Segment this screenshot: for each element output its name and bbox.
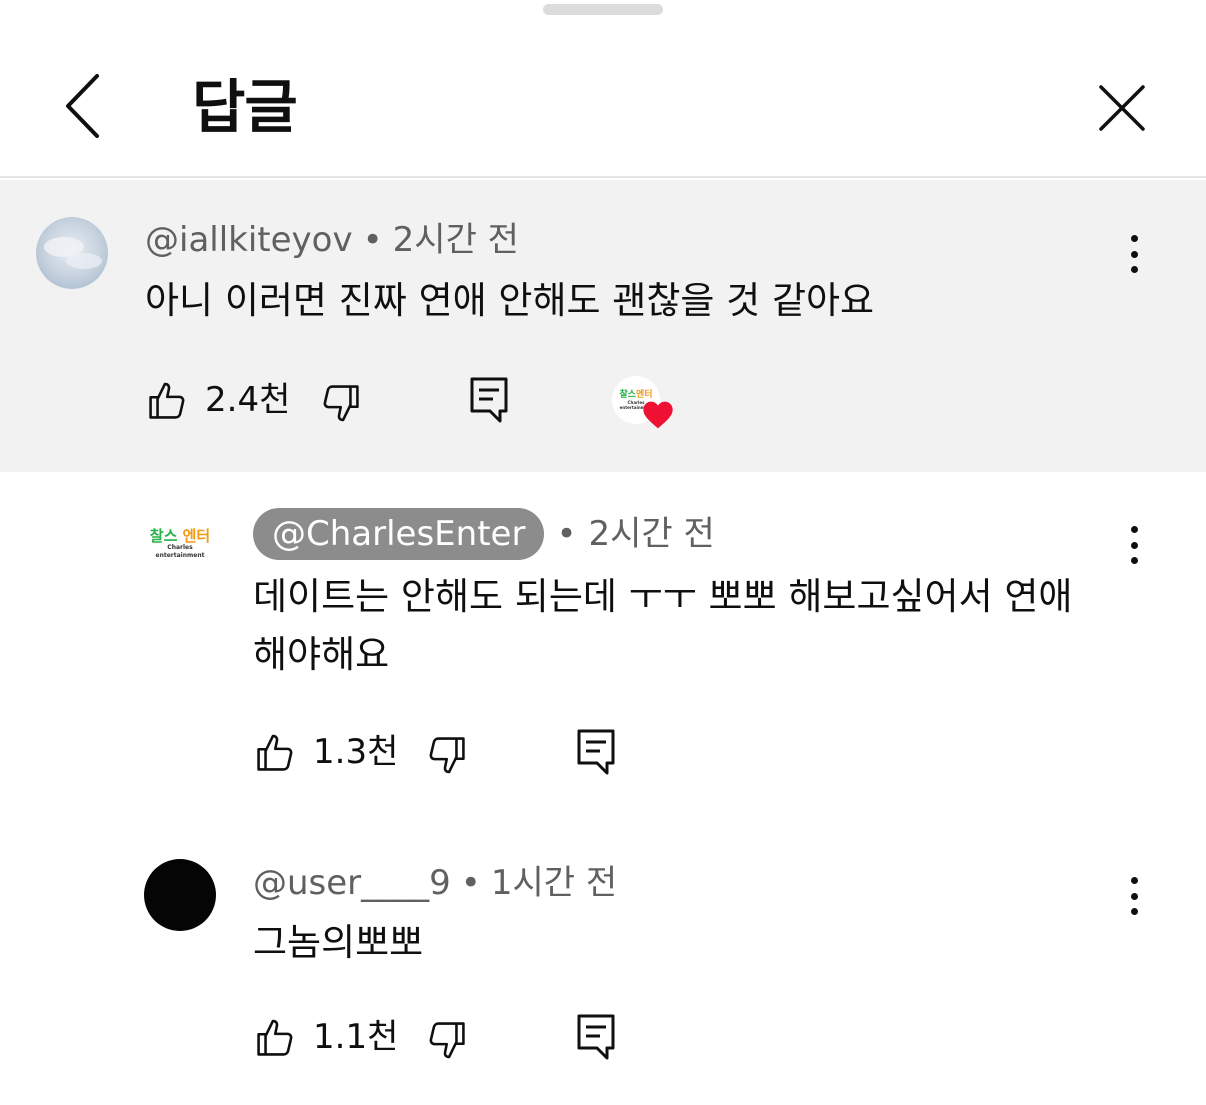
thumb-down-icon [429, 1022, 465, 1059]
dislike-button[interactable] [318, 382, 362, 426]
close-button[interactable] [1097, 83, 1147, 133]
more-options-button[interactable] [1119, 871, 1149, 921]
charles-entertainment-logo: 찰스 엔터 Charles entertainment [149, 527, 211, 559]
thumb-down-icon [323, 385, 359, 422]
like-count: 1.1천 [313, 1017, 399, 1057]
like-button[interactable] [146, 378, 190, 422]
back-chevron-icon [66, 74, 99, 138]
creator-heart-badge: 찰스엔터 Charles entertainment [612, 376, 676, 432]
reply-timestamp: 1시간 전 [490, 863, 618, 903]
comment-meta: @iallkiteyov • 2시간 전 [145, 220, 519, 260]
thumb-up-icon [257, 1019, 293, 1056]
dislike-button[interactable] [424, 734, 468, 778]
avatar[interactable] [144, 859, 216, 931]
reply-comment-icon [577, 729, 615, 775]
avatar[interactable] [36, 217, 108, 289]
dislike-button[interactable] [424, 1019, 468, 1063]
more-options-button[interactable] [1119, 229, 1149, 279]
like-button[interactable] [254, 730, 298, 774]
reply-timestamp: 2시간 전 [588, 514, 715, 554]
reply-author-handle[interactable]: @user____9 [253, 863, 451, 903]
like-count: 1.3천 [313, 732, 399, 772]
comment-text: 아니 이러면 진짜 연애 안해도 괜찮을 것 같아요 [145, 279, 875, 322]
like-count: 2.4천 [205, 380, 291, 420]
page-title: 답글 [192, 73, 298, 141]
comment-timestamp: 2시간 전 [392, 220, 519, 260]
heart-icon [643, 401, 673, 429]
more-options-button[interactable] [1119, 520, 1149, 570]
close-icon [1099, 85, 1145, 131]
reply-meta: @user____9 • 1시간 전 [253, 863, 618, 903]
back-button[interactable] [52, 70, 112, 142]
reply-comment-icon [470, 377, 508, 423]
reply-button[interactable] [576, 728, 616, 776]
avatar[interactable]: 찰스 엔터 Charles entertainment [144, 508, 216, 580]
thumb-up-icon [257, 734, 293, 771]
comment-author-handle[interactable]: @iallkiteyov [145, 220, 353, 260]
creator-handle-chip[interactable]: @CharlesEnter [253, 508, 545, 560]
thumb-up-icon [149, 382, 185, 419]
thumb-down-icon [429, 737, 465, 774]
reply-meta: @CharlesEnter • 2시간 전 [253, 508, 715, 560]
avatar-sky-image [36, 217, 108, 289]
like-button[interactable] [254, 1015, 298, 1059]
reply-text: 그놈의뽀뽀 [253, 921, 424, 964]
reply-button[interactable] [576, 1013, 616, 1061]
reply-comment-icon [577, 1014, 615, 1060]
reply-text: 데이트는 안해도 되는데 ㅜㅜ 뽀뽀 해보고싶어서 연애 해야해요 [253, 575, 1073, 676]
reply-button[interactable] [469, 376, 509, 424]
replies-header [0, 0, 1206, 178]
